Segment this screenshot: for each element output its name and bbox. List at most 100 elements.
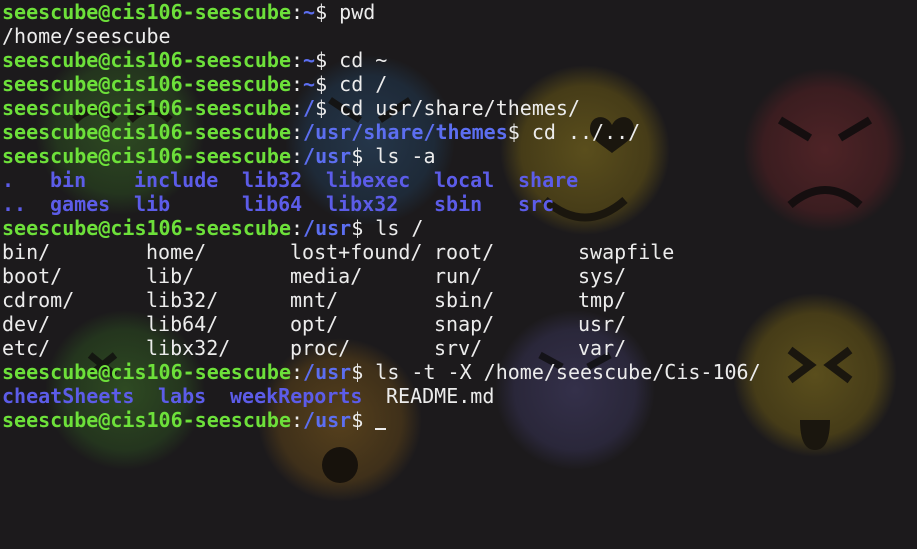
prompt-line: seescube@cis106-seescube:/usr$ (2, 408, 761, 432)
prompt-colon: : (290, 0, 304, 24)
output-line: dev/lib64/opt/snap/usr/ (2, 312, 761, 336)
prompt-user: seescube@cis106-seescube (2, 360, 291, 384)
prompt-dollar: $ (351, 408, 376, 432)
prompt-colon: : (290, 216, 304, 240)
prompt-line: seescube@cis106-seescube:/usr$ ls -t -X … (2, 360, 761, 384)
directory-entry: libexec (326, 168, 411, 192)
directory-entry: . (2, 168, 15, 192)
prompt-user: seescube@cis106-seescube (2, 120, 291, 144)
prompt-dollar: $ (351, 216, 376, 240)
directory-entry: local (434, 168, 495, 192)
directory-listing-line: . bin include lib32 libexec local share (2, 168, 761, 192)
file-entry: mnt/ (290, 288, 339, 312)
prompt-colon: : (290, 360, 304, 384)
directory-entry: share (518, 168, 579, 192)
command-text: cd / (339, 72, 388, 96)
prompt-colon: : (290, 72, 304, 96)
directory-entry: lib64 (242, 192, 303, 216)
file-entry: cdrom/ (2, 288, 75, 312)
directory-entry: weekReports (230, 384, 363, 408)
directory-listing-line: cheatSheets labs weekReports README.md (2, 384, 761, 408)
file-entry: run/ (434, 264, 483, 288)
prompt-user: seescube@cis106-seescube (2, 72, 291, 96)
prompt-colon: : (290, 144, 304, 168)
command-text: cd usr/share/themes/ (339, 96, 580, 120)
prompt-line: seescube@cis106-seescube:~$ pwd (2, 0, 761, 24)
prompt-line: seescube@cis106-seescube:~$ cd ~ (2, 48, 761, 72)
prompt-path: / (303, 96, 316, 120)
prompt-colon: : (290, 96, 304, 120)
prompt-line: seescube@cis106-seescube:~$ cd / (2, 72, 761, 96)
output-line: cdrom/lib32/mnt/sbin/tmp/ (2, 288, 761, 312)
prompt-user: seescube@cis106-seescube (2, 48, 291, 72)
prompt-colon: : (290, 408, 304, 432)
file-entry: root/ (434, 240, 495, 264)
file-entry: opt/ (290, 312, 339, 336)
directory-entry: libx32 (326, 192, 399, 216)
prompt-dollar: $ (507, 120, 532, 144)
file-entry: libx32/ (146, 336, 231, 360)
file-entry: proc/ (290, 336, 351, 360)
file-entry: lib/ (146, 264, 195, 288)
file-entry: etc/ (2, 336, 51, 360)
directory-listing-line: .. games lib lib64 libx32 sbin src (2, 192, 761, 216)
prompt-line: seescube@cis106-seescube:/$ cd usr/share… (2, 96, 761, 120)
file-entry: boot/ (2, 264, 63, 288)
directory-entry: lib (134, 192, 171, 216)
prompt-path: /usr (303, 144, 352, 168)
file-entry: snap/ (434, 312, 495, 336)
command-text: ls / (375, 216, 424, 240)
prompt-path: /usr (303, 408, 352, 432)
file-entry: swapfile (578, 240, 675, 264)
prompt-user: seescube@cis106-seescube (2, 96, 291, 120)
prompt-path: ~ (303, 48, 316, 72)
prompt-user: seescube@cis106-seescube (2, 216, 291, 240)
file-entry: sbin/ (434, 288, 495, 312)
command-text: ls -a (375, 144, 436, 168)
command-text: cd ~ (339, 48, 388, 72)
prompt-dollar: $ (315, 48, 340, 72)
output-line: /home/seescube (2, 24, 761, 48)
prompt-path: ~ (303, 72, 316, 96)
output-line: etc/libx32/proc/srv/var/ (2, 336, 761, 360)
file-entry: usr/ (578, 312, 627, 336)
file-entry: tmp/ (578, 288, 627, 312)
prompt-path: /usr/share/themes (303, 120, 508, 144)
prompt-dollar: $ (351, 360, 376, 384)
file-entry: sys/ (578, 264, 627, 288)
directory-entry: cheatSheets (2, 384, 135, 408)
prompt-path: /usr (303, 360, 352, 384)
terminal-output[interactable]: seescube@cis106-seescube:~$ pwd/home/see… (2, 0, 761, 432)
prompt-path: /usr (303, 216, 352, 240)
prompt-dollar: $ (315, 96, 340, 120)
angry-face-icon (743, 68, 907, 232)
file-entry: var/ (578, 336, 627, 360)
file-entry: media/ (290, 264, 363, 288)
command-text: pwd (339, 0, 376, 24)
output-line: bin/home/lost+found/root/swapfile (2, 240, 761, 264)
file-entry: srv/ (434, 336, 483, 360)
directory-entry: sbin (434, 192, 483, 216)
text-cursor (375, 428, 387, 430)
file-entry: lost+found/ (290, 240, 423, 264)
directory-entry: .. (2, 192, 27, 216)
directory-entry: include (134, 168, 219, 192)
output-text: /home/seescube (2, 24, 171, 48)
prompt-line: seescube@cis106-seescube:/usr$ ls / (2, 216, 761, 240)
output-line: boot/lib/media/run/sys/ (2, 264, 761, 288)
file-entry: bin/ (2, 240, 51, 264)
prompt-user: seescube@cis106-seescube (2, 0, 291, 24)
file-entry: lib64/ (146, 312, 219, 336)
command-text: cd ../../ (531, 120, 641, 144)
prompt-user: seescube@cis106-seescube (2, 408, 291, 432)
file-entry: dev/ (2, 312, 51, 336)
prompt-line: seescube@cis106-seescube:/usr$ ls -a (2, 144, 761, 168)
prompt-dollar: $ (315, 0, 340, 24)
prompt-colon: : (290, 120, 304, 144)
directory-entry: src (518, 192, 555, 216)
directory-entry: games (50, 192, 111, 216)
prompt-user: seescube@cis106-seescube (2, 144, 291, 168)
file-entry: README.md (386, 384, 495, 408)
prompt-dollar: $ (315, 72, 340, 96)
directory-entry: labs (158, 384, 207, 408)
